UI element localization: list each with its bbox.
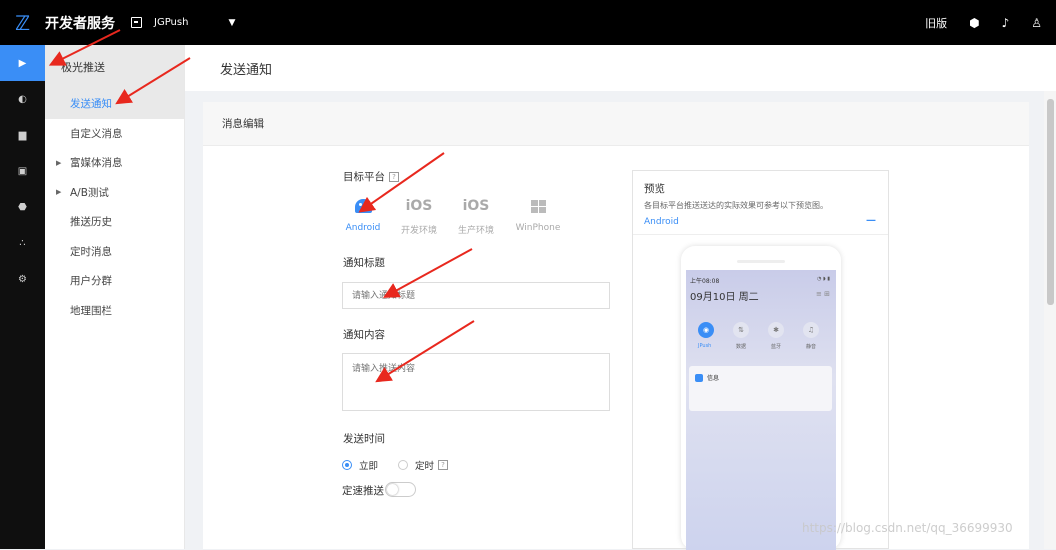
help-icon[interactable]: ? [438, 460, 449, 470]
preview-platform-tab[interactable]: Android [644, 217, 679, 227]
watermark: https://blog.csdn.net/qq_36699930 [802, 521, 1013, 535]
wifi-icon: ◉ [698, 322, 714, 338]
nav-item-scheduled[interactable]: 定时消息 [45, 237, 184, 267]
preview-date: 09月10日 周二 [690, 292, 759, 303]
content-textarea[interactable] [342, 353, 610, 411]
bluetooth-icon: ✱ [768, 322, 784, 338]
platform-ios-dev[interactable]: iOS 开发环境 [389, 194, 449, 236]
phone-mockup: 上午08:08 ◔ ◗ ▮ 09月10日 周二 ≡ ⊞ ◉ ⇅ ✱ ♫ JPus… [681, 246, 841, 550]
message-app-icon [695, 374, 703, 382]
page-title: 发送通知 [185, 45, 1056, 91]
status-icons: ◔ ◗ ▮ [817, 276, 830, 282]
send-icon[interactable]: ▶ [0, 45, 45, 81]
chevron-down-icon[interactable]: ▼ [228, 18, 235, 28]
card-title: 消息编辑 [203, 102, 1029, 146]
speed-label: 定速推送 [342, 485, 384, 497]
platform-android[interactable]: Android [333, 194, 393, 233]
shield-icon[interactable]: ⬣ [0, 189, 45, 225]
app-icon [131, 17, 142, 28]
user-icon[interactable]: ♙ [1031, 16, 1042, 30]
platform-label: 目标平台? [343, 169, 399, 184]
network-icon[interactable]: ∴ [0, 225, 45, 261]
phone-screen: 上午08:08 ◔ ◗ ▮ 09月10日 周二 ≡ ⊞ ◉ ⇅ ✱ ♫ JPus… [686, 270, 836, 550]
cube-icon[interactable]: ⬢ [969, 16, 979, 30]
brand-title: 开发者服务 [45, 15, 115, 32]
preview-panel: 预览 各目标平台推送送达的实际效果可参考以下预览图。 Android — 上午0… [632, 170, 889, 550]
mute-icon: ♫ [803, 322, 819, 338]
nav-item-rich-media[interactable]: ▶ 富媒体消息 [45, 148, 184, 178]
speed-toggle[interactable] [385, 482, 416, 497]
scrollbar[interactable] [1044, 91, 1056, 549]
status-time: 上午08:08 [690, 278, 720, 285]
settings-icon[interactable]: ⚙ [0, 261, 45, 297]
radio-selected-icon [342, 460, 352, 470]
nav-item-segments[interactable]: 用户分群 [45, 266, 184, 296]
preview-title: 预览 [644, 183, 665, 195]
old-version-link[interactable]: 旧版 [925, 15, 947, 31]
app-selector[interactable]: JGPush [154, 17, 188, 28]
nav-item-ab-test[interactable]: ▶ A/B测试 [45, 178, 184, 208]
title-label: 通知标题 [343, 257, 385, 269]
radio-scheduled[interactable]: 定时? [398, 458, 449, 472]
expand-arrow-icon: ▶ [56, 188, 62, 197]
android-icon [354, 199, 372, 213]
time-label: 发送时间 [343, 433, 385, 445]
menu-icon: ≡ ⊞ [816, 290, 830, 298]
message-icon[interactable]: ▆ [0, 117, 45, 153]
device-icon[interactable]: ▣ [0, 153, 45, 189]
nav-item-push-history[interactable]: 推送历史 [45, 207, 184, 237]
nav-item-geofence[interactable]: 地理围栏 [45, 296, 184, 326]
content-label: 通知内容 [343, 329, 385, 341]
expand-arrow-icon: ▶ [56, 158, 62, 167]
subnav-header[interactable]: 极光推送 [45, 45, 184, 89]
scrollbar-thumb[interactable] [1047, 99, 1054, 305]
preview-description: 各目标平台推送送达的实际效果可参考以下预览图。 [644, 201, 828, 210]
radio-unselected-icon [398, 460, 408, 470]
notification-label: 信息 [707, 375, 720, 382]
nav-item-custom-message[interactable]: 自定义消息 [45, 119, 184, 149]
platform-ios-prod[interactable]: iOS 生产环境 [446, 194, 506, 236]
jiguang-logo-icon[interactable]: ℤ [0, 0, 45, 45]
top-bar: ℤ 开发者服务 JGPush ▼ 旧版 ⬢ ♪ ♙ [0, 0, 1056, 45]
collapse-icon[interactable]: — [866, 215, 876, 226]
sub-navigation: 极光推送 发送通知 自定义消息 ▶ 富媒体消息 ▶ A/B测试 推送历史 定时消息 … [45, 45, 185, 549]
stats-icon[interactable]: ◐ [0, 81, 45, 117]
bell-icon[interactable]: ♪ [1002, 16, 1010, 30]
help-icon[interactable]: ? [389, 172, 399, 182]
ios-icon: iOS [462, 198, 490, 214]
data-icon: ⇅ [733, 322, 749, 338]
platform-winphone[interactable]: WinPhone [508, 194, 568, 233]
title-input[interactable] [342, 282, 610, 309]
ios-icon: iOS [405, 198, 433, 214]
icon-sidebar: ▶ ◐ ▆ ▣ ⬣ ∴ ⚙ [0, 45, 45, 549]
notification-card: 信息 [689, 366, 832, 411]
windows-icon [530, 199, 546, 213]
nav-item-send-notification[interactable]: 发送通知 [45, 89, 184, 119]
radio-now[interactable]: 立即 [342, 458, 378, 472]
message-edit-card: 消息编辑 [203, 102, 1029, 549]
